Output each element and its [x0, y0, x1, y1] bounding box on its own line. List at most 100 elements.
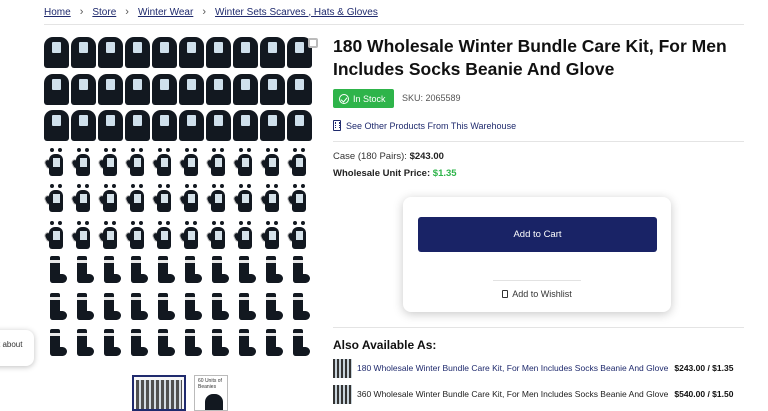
sock-item — [287, 256, 312, 286]
thumbnail-strip: 60 Units of Beanies — [132, 375, 240, 411]
glove-item — [97, 147, 123, 179]
sock-item — [260, 256, 285, 286]
unit-price-value: $1.35 — [432, 168, 457, 179]
glove-item — [232, 147, 258, 179]
sock-item — [287, 292, 312, 323]
beanie-item — [206, 110, 231, 141]
thumbnail-1[interactable] — [132, 375, 186, 411]
beanie-item — [260, 37, 285, 68]
glove-item — [286, 183, 312, 215]
beanie-item — [125, 110, 150, 141]
glove-item — [286, 147, 312, 179]
thumbnail-3[interactable] — [236, 375, 240, 411]
sock-item — [71, 256, 96, 286]
sock-item — [233, 329, 258, 359]
sock-item — [98, 292, 123, 323]
beanie-row — [44, 37, 322, 69]
beanie-item — [260, 110, 285, 141]
glove-row — [44, 220, 322, 252]
glove-item — [44, 220, 69, 252]
sock-item — [233, 256, 258, 286]
beanie-item — [71, 110, 96, 141]
glove-item — [97, 220, 123, 252]
glove-item — [259, 183, 285, 215]
add-to-wishlist-button[interactable]: Add to Wishlist — [403, 289, 671, 299]
divider — [44, 24, 744, 25]
product-thumbnail — [333, 358, 352, 378]
warehouse-link[interactable]: See Other Products From This Warehouse — [333, 120, 516, 131]
sock-item — [71, 329, 96, 359]
beanie-item — [98, 110, 123, 141]
breadcrumb: Home › Store › Winter Wear › Winter Sets… — [44, 6, 378, 18]
glove-item — [151, 220, 177, 252]
beanie-item — [44, 73, 69, 105]
beanie-item — [206, 73, 231, 105]
beanie-item — [152, 73, 177, 105]
alternate-option-title[interactable]: 180 Wholesale Winter Bundle Care Kit, Fo… — [357, 363, 668, 373]
sock-item — [233, 292, 258, 323]
beanie-item — [125, 73, 150, 105]
glove-item — [124, 147, 150, 179]
sock-item — [206, 329, 231, 359]
product-main-image[interactable] — [44, 36, 322, 366]
unit-price-label: Wholesale Unit Price: — [333, 168, 431, 179]
side-popup[interactable]: t about — [0, 330, 34, 366]
alternate-option-title[interactable]: 360 Wholesale Winter Bundle Care Kit, Fo… — [357, 389, 668, 399]
alternate-option[interactable]: 180 Wholesale Winter Bundle Care Kit, Fo… — [333, 358, 733, 378]
sock-row — [44, 256, 322, 288]
glove-item — [151, 147, 177, 179]
thumbnail-2[interactable]: 60 Units of Beanies — [194, 375, 228, 411]
beanie-row — [44, 73, 322, 106]
beanie-item — [233, 73, 258, 105]
breadcrumb-store[interactable]: Store — [92, 7, 116, 18]
breadcrumb-home[interactable]: Home — [44, 7, 71, 18]
beanie-item — [260, 73, 285, 105]
glove-item — [70, 220, 96, 252]
beanie-item — [233, 37, 258, 68]
wishlist-label[interactable]: Add to Wishlist — [512, 289, 572, 299]
glove-item — [205, 147, 231, 179]
beanie-row — [44, 110, 322, 142]
stock-badge: In Stock — [333, 89, 394, 108]
sock-item — [98, 256, 123, 286]
add-to-cart-button[interactable]: Add to Cart — [418, 217, 657, 252]
sock-row — [44, 292, 322, 325]
glove-item — [259, 220, 285, 252]
sock-row — [44, 329, 322, 361]
sock-item — [260, 292, 285, 323]
thumbnail-label: 60 Units of Beanies — [198, 378, 222, 390]
alternate-option[interactable]: 360 Wholesale Winter Bundle Care Kit, Fo… — [333, 384, 733, 404]
sock-item — [125, 292, 150, 323]
glove-item — [97, 183, 123, 215]
also-available-heading: Also Available As: — [333, 338, 437, 352]
beanie-item — [233, 110, 258, 141]
breadcrumb-winter-sets[interactable]: Winter Sets Scarves , Hats & Gloves — [215, 7, 378, 18]
breadcrumb-winter-wear[interactable]: Winter Wear — [138, 7, 193, 18]
sock-item — [287, 329, 312, 359]
beanie-item — [179, 37, 204, 68]
sock-item — [98, 329, 123, 359]
warehouse-link-label[interactable]: See Other Products From This Warehouse — [346, 121, 516, 131]
sock-item — [152, 292, 177, 323]
expand-icon[interactable] — [308, 38, 318, 48]
glove-item — [44, 147, 69, 179]
glove-item — [124, 220, 150, 252]
sock-item — [152, 329, 177, 359]
sock-item — [44, 256, 69, 286]
glove-item — [259, 147, 285, 179]
glove-item — [70, 183, 96, 215]
beanie-item — [44, 37, 69, 68]
building-icon — [333, 120, 341, 131]
glove-item — [178, 220, 204, 252]
beanie-item — [152, 37, 177, 68]
beanie-item — [287, 110, 312, 141]
glove-item — [151, 183, 177, 215]
beanie-item — [179, 73, 204, 105]
glove-item — [178, 183, 204, 215]
glove-item — [178, 147, 204, 179]
check-circle-icon — [339, 93, 349, 104]
sock-item — [71, 292, 96, 323]
glove-item — [70, 147, 96, 179]
beanie-item — [98, 37, 123, 68]
glove-item — [232, 183, 258, 215]
